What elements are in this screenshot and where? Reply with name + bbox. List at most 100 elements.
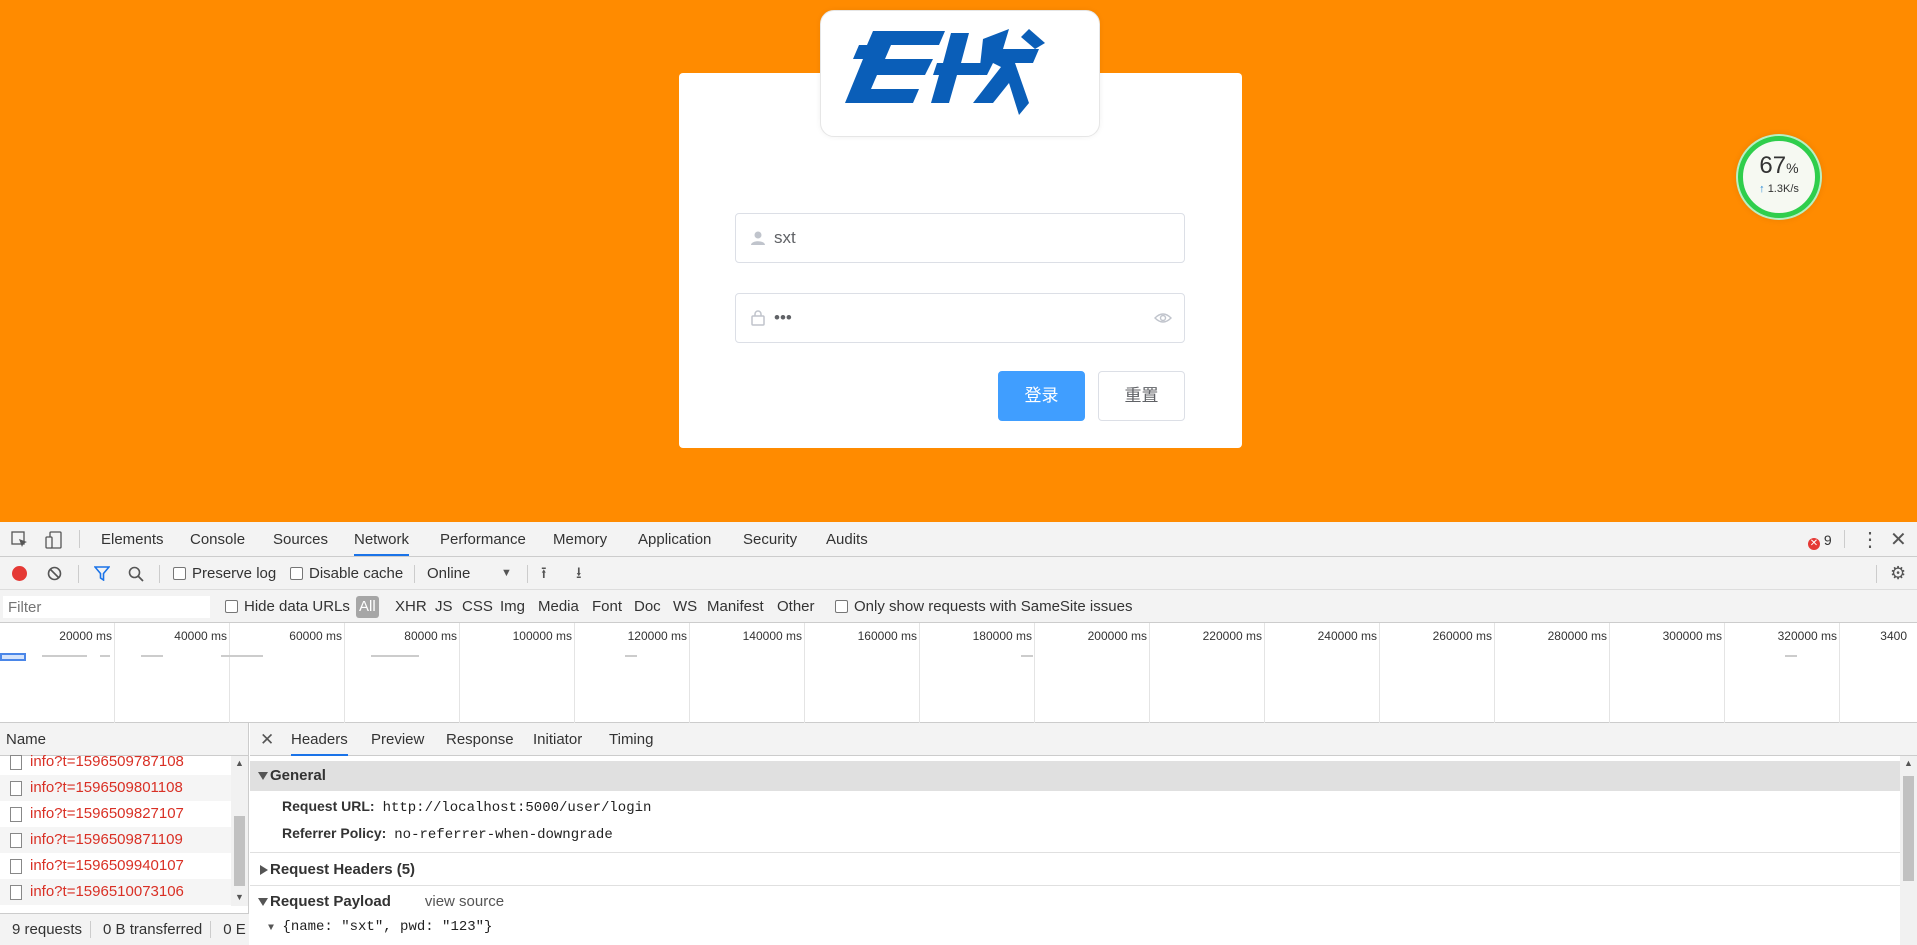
hide-data-urls-label: Hide data URLs — [244, 598, 350, 615]
settings-gear-icon[interactable]: ⚙ — [1890, 557, 1906, 590]
scroll-up-arrow-icon[interactable]: ▲ — [1904, 758, 1913, 768]
tab-initiator[interactable]: Initiator — [533, 723, 582, 756]
request-payload-section-header[interactable]: Request Payload view source — [250, 887, 1900, 917]
type-filter-other[interactable]: Other — [777, 590, 815, 623]
request-name: info?t=1596509940107 — [30, 857, 184, 874]
type-filter-css[interactable]: CSS — [462, 590, 493, 623]
export-har-icon[interactable]: ⭳ — [576, 557, 582, 590]
upload-arrow-icon: ↑ — [1759, 183, 1765, 195]
request-url-value[interactable]: http://localhost:5000/user/login — [383, 800, 652, 816]
tab-application[interactable]: Application — [638, 522, 711, 556]
request-list-scrollbar[interactable]: ▲ ▼ — [231, 756, 248, 906]
eye-icon[interactable] — [1154, 310, 1172, 326]
request-list: Name info?t=1596509787108 info?t=1596509… — [0, 723, 249, 945]
tab-console[interactable]: Console — [190, 522, 245, 556]
samesite-checkbox[interactable]: Only show requests with SameSite issues — [835, 590, 1132, 623]
throttling-select[interactable]: Online ▼ — [427, 557, 513, 590]
tab-elements[interactable]: Elements — [101, 522, 164, 556]
tab-preview[interactable]: Preview — [371, 723, 424, 756]
payload-body[interactable]: ▼ {name: "sxt", pwd: "123"} — [268, 919, 492, 935]
tab-memory[interactable]: Memory — [553, 522, 607, 556]
request-row[interactable]: info?t=1596509940107 — [0, 853, 248, 879]
tab-timing[interactable]: Timing — [609, 723, 653, 756]
type-filter-xhr[interactable]: XHR — [395, 590, 427, 623]
expanded-triangle-icon — [258, 898, 268, 906]
tab-security[interactable]: Security — [743, 522, 797, 556]
payload-triangle-icon: ▼ — [268, 923, 275, 934]
type-filter-all[interactable]: All — [356, 596, 379, 618]
timeline-tick: 220000 ms — [1202, 629, 1262, 643]
view-source-link[interactable]: view source — [425, 893, 504, 910]
password-input[interactable]: ••• — [735, 293, 1185, 343]
timeline-tick: 160000 ms — [857, 629, 917, 643]
timeline-selection[interactable] — [0, 653, 26, 661]
error-icon: ✕ — [1808, 538, 1820, 550]
timeline-tick: 60000 ms — [289, 629, 342, 643]
request-row[interactable]: info?t=1596509827107 — [0, 801, 248, 827]
record-icon[interactable] — [12, 566, 27, 581]
devtools-tab-bar: Elements Console Sources Network Perform… — [0, 522, 1917, 557]
preserve-log-label: Preserve log — [192, 565, 277, 582]
tab-sources[interactable]: Sources — [273, 522, 328, 556]
close-devtools-icon[interactable]: ✕ — [1890, 522, 1907, 558]
web-page-viewport: sxt ••• 登录 重置 67% ↑ 1.3K/s — [0, 0, 1917, 522]
general-title: General — [270, 767, 326, 784]
type-filter-img[interactable]: Img — [500, 590, 525, 623]
type-filter-font[interactable]: Font — [592, 590, 622, 623]
request-headers-title: Request Headers (5) — [270, 861, 416, 878]
scroll-down-arrow-icon[interactable]: ▼ — [235, 892, 244, 902]
type-filter-ws[interactable]: WS — [673, 590, 697, 623]
tab-performance[interactable]: Performance — [440, 522, 526, 556]
timeline-tick: 300000 ms — [1662, 629, 1722, 643]
type-filter-doc[interactable]: Doc — [634, 590, 661, 623]
import-har-icon[interactable]: ⭱ — [541, 557, 547, 590]
request-headers-section-header[interactable]: Request Headers (5) — [250, 855, 1900, 885]
tab-audits[interactable]: Audits — [826, 522, 868, 556]
password-value: ••• — [774, 308, 792, 327]
scroll-up-arrow-icon[interactable]: ▲ — [235, 758, 244, 768]
disable-cache-checkbox[interactable]: Disable cache — [290, 557, 403, 590]
error-counter[interactable]: ✕ 9 — [1808, 522, 1832, 558]
filter-input[interactable] — [3, 596, 210, 618]
tab-headers[interactable]: Headers — [291, 723, 348, 756]
close-details-icon[interactable]: ✕ — [260, 723, 274, 756]
type-filter-media[interactable]: Media — [538, 590, 579, 623]
filter-icon[interactable] — [94, 566, 110, 581]
user-icon — [751, 231, 765, 245]
request-name: info?t=1596509787108 — [30, 753, 184, 770]
device-toolbar-icon[interactable] — [45, 531, 63, 549]
timeline-tick: 260000 ms — [1432, 629, 1492, 643]
preserve-log-checkbox[interactable]: Preserve log — [173, 557, 276, 590]
scrollbar-thumb[interactable] — [234, 816, 245, 886]
search-icon[interactable] — [128, 566, 144, 582]
type-filter-manifest[interactable]: Manifest — [707, 590, 764, 623]
details-scrollbar[interactable]: ▲ — [1900, 756, 1917, 945]
samesite-label: Only show requests with SameSite issues — [854, 598, 1133, 615]
timeline-tick: 100000 ms — [512, 629, 572, 643]
network-overview-timeline[interactable]: 20000 ms 40000 ms 60000 ms 80000 ms 1000… — [0, 623, 1917, 723]
referrer-policy-row: Referrer Policy: no-referrer-when-downgra… — [282, 823, 613, 845]
inspect-element-icon[interactable] — [11, 531, 29, 549]
login-button[interactable]: 登录 — [998, 371, 1085, 421]
hide-data-urls-checkbox[interactable]: Hide data URLs — [225, 590, 350, 623]
request-row[interactable]: info?t=1596509871109 — [0, 827, 248, 853]
username-input[interactable]: sxt — [735, 213, 1185, 263]
scrollbar-thumb[interactable] — [1903, 776, 1914, 881]
tab-network[interactable]: Network — [354, 522, 410, 556]
request-row[interactable]: info?t=1596509787108 — [0, 749, 248, 775]
timeline-tick: 120000 ms — [627, 629, 687, 643]
type-filter-js[interactable]: JS — [435, 590, 453, 623]
reset-button[interactable]: 重置 — [1098, 371, 1185, 421]
more-options-icon[interactable]: ⋮ — [1860, 522, 1880, 558]
network-speed-widget[interactable]: 67% ↑ 1.3K/s — [1738, 136, 1820, 218]
speed-percent: 67 — [1759, 152, 1787, 179]
request-row[interactable]: info?t=1596510073106 — [0, 879, 248, 905]
timeline-tick: 200000 ms — [1087, 629, 1147, 643]
document-icon — [10, 755, 22, 770]
clear-icon[interactable] — [47, 566, 62, 581]
request-row[interactable]: info?t=1596509801108 — [0, 775, 248, 801]
tab-response[interactable]: Response — [446, 723, 514, 756]
general-section-header[interactable]: General — [250, 761, 1900, 791]
request-url-label: Request URL: — [282, 798, 375, 814]
samesite-box — [835, 600, 848, 613]
